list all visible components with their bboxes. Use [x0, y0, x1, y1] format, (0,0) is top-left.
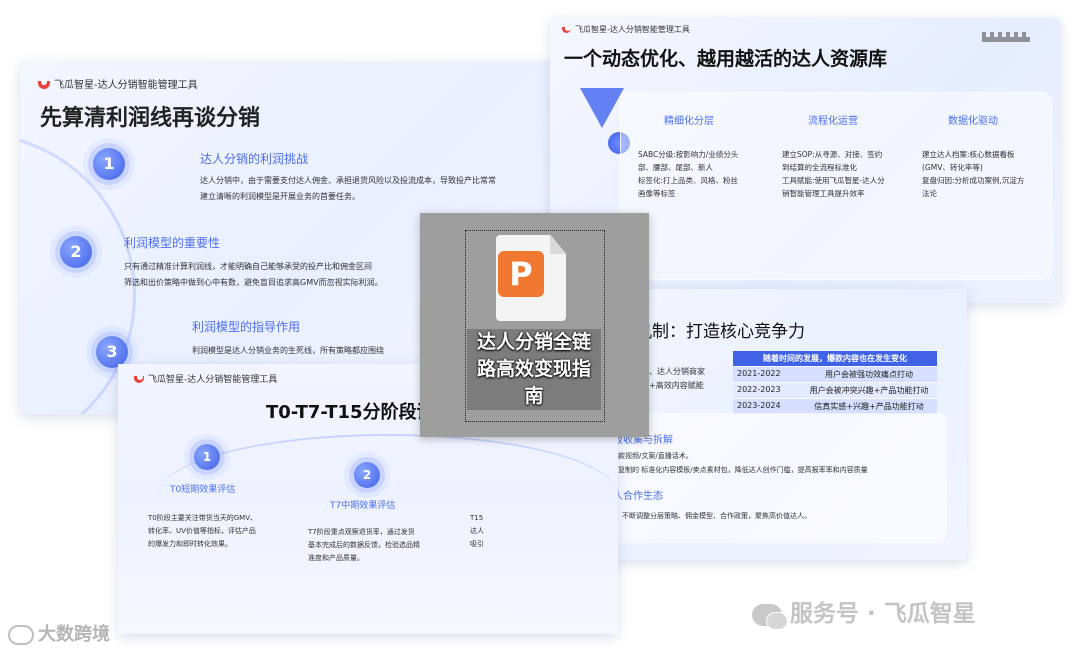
col2-line: 销智能管理工具提升效率 — [782, 189, 865, 198]
file-name-line-1: 达人分销全链 — [467, 329, 601, 356]
watermark-left-text: 大数跨境 — [38, 624, 110, 645]
stage1-line: 的爆发力和即时转化效果。 — [148, 540, 232, 548]
feigua-logo-icon — [134, 376, 144, 383]
col3-list: 建立达人档案:核心数据看板 (GMV、转化率等) 复盘归因:分析成功案例,沉淀方 法论 — [922, 148, 1024, 200]
slide-title: 先算清利润线再谈分销 — [40, 106, 261, 131]
step-number-1: 1 — [194, 444, 220, 470]
table-row: 2021-2022 用户会被强功效痛点打动 — [733, 366, 937, 382]
brand-text: 飞瓜智星-达人分销智能管理工具 — [575, 25, 690, 34]
step-number-2: 2 — [60, 236, 92, 268]
table-cell-trend: 用户会被强功效痛点打动 — [825, 370, 913, 379]
item2-title: 利润模型的重要性 — [124, 236, 221, 250]
feigua-logo-icon — [562, 26, 571, 33]
checker-pattern-icon — [982, 32, 1030, 42]
file-name-line-2: 路高效变现指 — [467, 356, 601, 383]
watermark-logo-icon — [8, 625, 34, 645]
col1-line: SABC分级:按影响力/业绩分头 — [638, 150, 739, 159]
stage3-line: 达人 — [470, 527, 484, 535]
slide-title: T0-T7-T15分阶段评 — [266, 402, 435, 423]
stage1-line: 转化率、UV价值等指标，评估产品 — [148, 527, 256, 535]
file-icon-overlay[interactable]: P 达人分销全链 路高效变现指 南 — [420, 213, 649, 437]
item1-title: 达人分销的利润挑战 — [200, 152, 309, 166]
stage1-text: T0阶段主要关注带货当天的GMV、 转化率、UV价值等指标，评估产品 的爆发力和即时… — [148, 512, 257, 551]
col1-heading: 精细化分层 — [664, 116, 714, 127]
col1-line: 画像等标签 — [638, 189, 676, 198]
col2-line: 工具赋能:使用飞瓜智星-达人分 — [782, 176, 885, 185]
feigua-logo-icon — [38, 81, 50, 89]
stage1-title: T0短期效果评估 — [170, 485, 236, 495]
table-cell-period: 2021-2022 — [737, 369, 781, 378]
col2-list: 建立SOP:从寻源、对接、签约 到结算的全流程标准化工具赋能:使用飞瓜智星-达人分… — [782, 148, 885, 200]
stage2-line: 基本完成后的数据反馈，检验选品精 — [308, 541, 420, 549]
brand-text: 飞瓜智星-达人分销智能管理工具 — [148, 375, 278, 385]
table-cell-period: 2023-2024 — [737, 401, 781, 410]
stage2-line: T7阶段重点观察退货率，通过发货 — [308, 528, 415, 536]
table-row: 2023-2024 信真实感+兴趣+产品功能打动 — [733, 398, 937, 414]
slide-brand: 飞瓜智星-达人分销智能管理工具 — [562, 24, 690, 35]
file-name-label[interactable]: 达人分销全链 路高效变现指 南 — [467, 329, 601, 410]
item3-text-1: 利润模型是达人分销业务的生死线，所有策略都应围绕 — [192, 346, 384, 355]
table-cell-trend: 信真实感+兴趣+产品功能打动 — [814, 402, 924, 411]
watermark-right: 服务号 · 飞瓜智星 — [752, 594, 976, 630]
col3-line: 复盘归因:分析成功案例,沉淀方 — [922, 176, 1025, 185]
table-row: 2022-2023 用户会被冲突兴趣+产品功能打动 — [733, 382, 937, 398]
col3-line: 法论 — [922, 189, 937, 198]
table-cell-trend: 用户会被冲突兴趣+产品功能打动 — [809, 386, 929, 395]
stage2-title: T7中期效果评估 — [330, 501, 396, 511]
col3-heading: 数据化驱动 — [948, 116, 998, 127]
item3-title: 利润模型的指导作用 — [192, 320, 301, 334]
watermark-left: 大数跨境 — [8, 620, 110, 646]
item1-text-1: 达人分销中，由于需要支付达人佣金、承担退货风险以及投流成本，导致投产比常常 — [200, 176, 496, 185]
table-header: 随着时间的发展，爆款内容也在发生变化 — [733, 351, 937, 366]
evolution-table: 随着时间的发展，爆款内容也在发生变化 2021-2022 用户会被强功效痛点打动 2… — [733, 351, 937, 414]
item1-text-2: 建立清晰的利润模型是开展业务的首要任务。 — [200, 192, 360, 201]
file-name-line-3: 南 — [467, 383, 601, 410]
pptx-badge: P — [498, 251, 544, 297]
wechat-icon — [752, 603, 788, 630]
funnel-logo-icon — [580, 88, 624, 128]
watermark-right-text: 服务号 · 飞瓜智星 — [790, 601, 976, 627]
stage2-line: 准度和产品质量。 — [308, 554, 364, 562]
item1-text-2: 团队总结可复制的 标准化内容模板/卖点素材包，降低达人创作门槛，提高报率率和内容… — [583, 466, 868, 474]
slide-title: 机制：打造核心竞争力 — [635, 322, 805, 342]
slide-title: 一个动态优化、越用越活的达人资源库 — [564, 48, 888, 70]
stage1-line: T0阶段主要关注带货当天的GMV、 — [148, 514, 257, 522]
slide-brand: 飞瓜智星-达人分销智能管理工具 — [134, 372, 277, 385]
step-number-2: 2 — [354, 462, 380, 488]
step-number-1: 1 — [93, 148, 125, 180]
left-text-2: +高效内容赋能 — [649, 381, 704, 390]
col1-line: 部、腰部、尾部、新人 — [638, 163, 713, 172]
stage3-line: 吸引 — [470, 540, 484, 548]
item2-text-1: 只有通过精准计算利润线，才能明确自己能够承受的投产比和佣金区间 — [124, 262, 372, 271]
stage3-line: T15 — [470, 514, 484, 522]
col1-list: SABC分级:按影响力/业绩分头 部、腰部、尾部、新人标签化:打上品类、风格、粉丝… — [638, 148, 738, 200]
brand-text: 飞瓜智星-达人分销智能管理工具 — [54, 80, 198, 91]
stage2-text: T7阶段重点观察退货率，通过发货 基本完成后的数据反馈，检验选品精 准度和产品质量。 — [308, 526, 420, 565]
left-text-1: 、达人分销商家 — [649, 367, 705, 376]
slide-brand: 飞瓜智星-达人分销智能管理工具 — [38, 76, 198, 91]
col3-line: (GMV、转化率等) — [922, 163, 983, 172]
col2-heading: 流程化运营 — [808, 116, 858, 127]
pptx-file-icon[interactable]: P — [496, 235, 566, 321]
table-body: 2021-2022 用户会被强功效痛点打动 2022-2023 用户会被冲突兴趣+产品… — [733, 366, 937, 414]
stage3-text: T15 达人吸引 — [470, 512, 484, 551]
col1-line: 标签化:打上品类、风格、粉丝 — [638, 176, 739, 185]
col2-line: 到结算的全流程标准化 — [782, 163, 857, 172]
item2-text-2: 筛选和出价策略中做到心中有数，避免盲目追求高GMV而忽视实际利润。 — [124, 278, 383, 287]
col3-line: 建立达人档案:核心数据看板 — [922, 150, 1015, 159]
col2-line: 建立SOP:从寻源、对接、签约 — [782, 150, 883, 159]
table-cell-period: 2022-2023 — [737, 385, 781, 394]
